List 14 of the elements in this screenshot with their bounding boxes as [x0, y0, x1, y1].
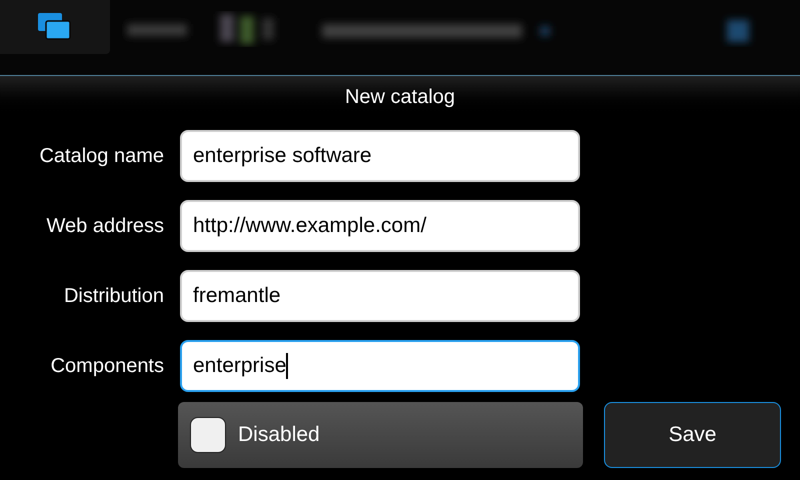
text-field[interactable]: enterprise	[180, 340, 580, 392]
task-switcher-button[interactable]	[0, 0, 110, 54]
field-label: Catalog name	[38, 144, 164, 169]
field-label: Distribution	[62, 284, 164, 309]
text-cursor	[286, 353, 288, 379]
windows-icon	[38, 13, 72, 41]
text-field[interactable]: fremantle	[180, 270, 580, 322]
text-field[interactable]: http://www.example.com/	[180, 200, 580, 252]
text-field[interactable]: enterprise software	[180, 130, 580, 182]
checkbox-label: Disabled	[238, 422, 320, 448]
field-label: Web address	[46, 214, 164, 239]
save-button[interactable]: Save	[604, 402, 781, 468]
field-label: Components	[50, 354, 164, 379]
dialog-title: New catalog	[344, 85, 456, 110]
